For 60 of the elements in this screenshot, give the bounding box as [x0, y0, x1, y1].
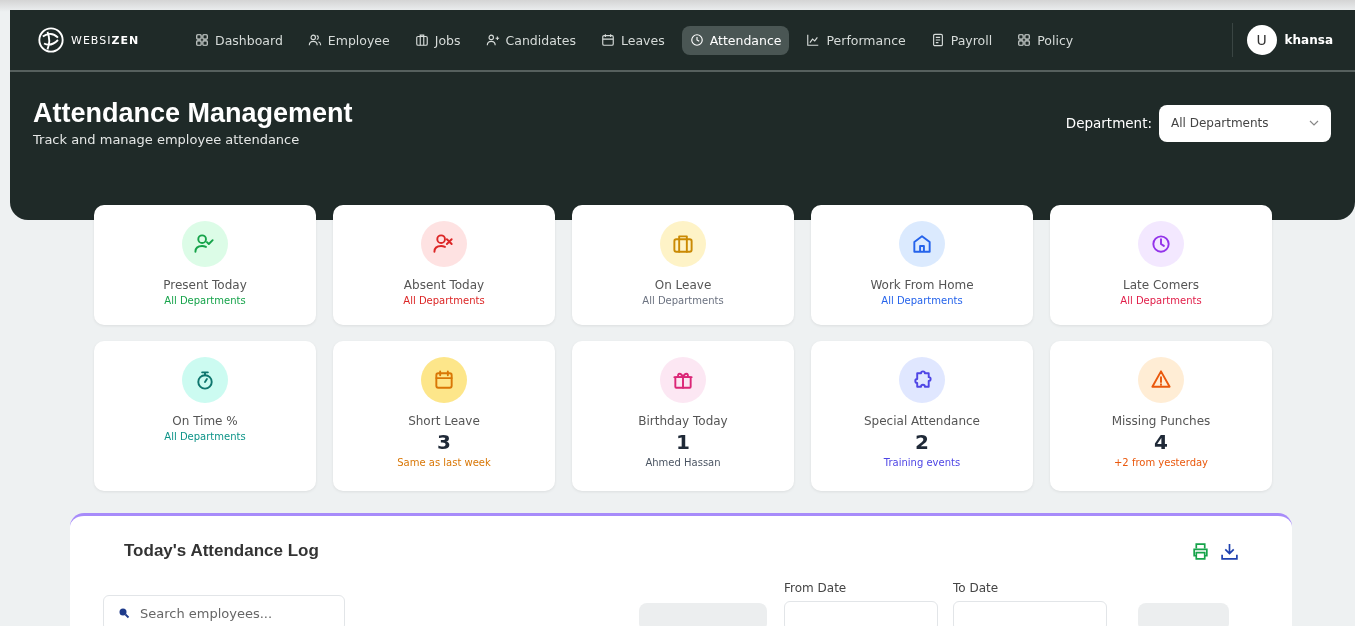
department-select[interactable]: All Departments [1159, 104, 1331, 142]
stat-note: All Departments [164, 295, 246, 306]
user-avatar[interactable]: U [1246, 25, 1277, 55]
stat-note: Training events [883, 457, 961, 468]
stat-note: Ahmed Hassan [645, 457, 721, 468]
user-plus-icon [485, 33, 500, 47]
users-icon [307, 33, 322, 47]
stat-note: All Departments [881, 295, 963, 306]
stat-note: All Departments [403, 295, 485, 306]
to-date-label: To Date [953, 581, 1000, 595]
nav-tab[interactable]: Policy [1009, 25, 1082, 55]
stat-label: On Time % [172, 414, 238, 428]
stat-label: Special Attendance [864, 414, 980, 428]
stat-value: 4 [1154, 430, 1168, 454]
briefcase-icon [414, 33, 429, 47]
stat-value: 2 [915, 430, 929, 454]
stat-label: On Leave [654, 278, 712, 292]
grid-icon [195, 33, 209, 47]
page-title: Attendance Management [33, 98, 353, 129]
search-field[interactable]: Search employees... [103, 595, 345, 626]
stat-label: Work From Home [870, 278, 974, 292]
stat-label: Missing Punches [1111, 414, 1211, 428]
stat-label: Birthday Today [638, 414, 728, 428]
stat-label: Late Comers [1123, 278, 1199, 292]
nav-tab[interactable]: Leaves [592, 25, 673, 55]
stat-note: All Departments [642, 295, 724, 306]
chart-icon [806, 33, 821, 47]
nav-tab[interactable]: Performance [798, 25, 914, 55]
nav-tab[interactable]: Dashboard [187, 25, 291, 55]
stat-note: +2 from yesterday [1113, 457, 1209, 468]
nav-tab[interactable]: Payroll [922, 25, 1001, 55]
to-date-field[interactable] [953, 601, 1107, 626]
grid-icon [1017, 33, 1032, 47]
download-icon[interactable] [1220, 541, 1239, 561]
nav-tab[interactable]: Employee [299, 25, 398, 55]
nav-tab[interactable]: Attendance [681, 25, 790, 55]
stat-label: Short Leave [408, 414, 480, 428]
nav-tab[interactable]: Jobs [406, 25, 469, 55]
from-date-label: From Date [784, 581, 848, 595]
nav-tab[interactable]: Candidates [477, 25, 584, 55]
logo-icon [37, 26, 65, 54]
calendar-icon [600, 33, 615, 47]
brand-name: WEBSIZEN [71, 33, 140, 47]
stat-note: All Departments [1120, 295, 1202, 306]
stat-label: Absent Today [403, 278, 485, 292]
stat-value: 1 [676, 430, 690, 454]
search-icon [118, 607, 130, 619]
from-date-field[interactable] [784, 601, 938, 626]
stat-note: All Departments [164, 431, 246, 442]
stat-note: Same as last week [397, 457, 491, 468]
print-icon[interactable] [1191, 541, 1210, 561]
log-title: Today's Attendance Log [124, 541, 319, 561]
clock-icon [689, 33, 704, 47]
document-icon [930, 33, 945, 47]
stat-value: 3 [437, 430, 451, 454]
stat-label: Present Today [163, 278, 247, 292]
page-subtitle: Track and manage employee attendance [33, 132, 301, 147]
chevron-icon [1309, 120, 1319, 126]
user-name: khansa [1284, 33, 1333, 47]
filter-label: Department: [1065, 115, 1152, 131]
